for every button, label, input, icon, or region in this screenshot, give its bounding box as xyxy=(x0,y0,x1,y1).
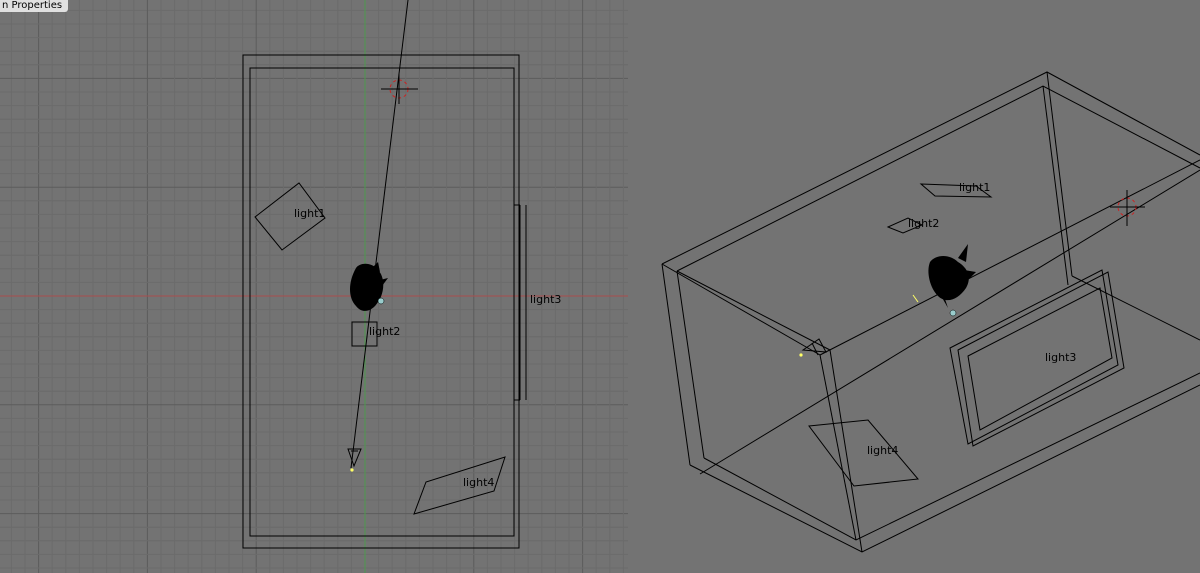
light1-object[interactable]: light1 xyxy=(254,182,326,251)
light4-object[interactable]: light4 xyxy=(413,456,506,515)
top-view-viewport[interactable]: light3 light1 light2 light4 xyxy=(0,0,628,573)
camera-sight-line xyxy=(350,0,409,469)
camera-object[interactable] xyxy=(347,448,362,472)
light4-label: light4 xyxy=(463,476,494,489)
room-box-wireframe[interactable] xyxy=(661,71,1200,553)
character-model-perspective[interactable] xyxy=(912,244,976,317)
perspective-view-canvas[interactable]: light1 light2 light3 light4 xyxy=(628,0,1200,573)
top-view-grid xyxy=(0,0,628,573)
light2-direction-marker xyxy=(912,294,919,303)
light3-object[interactable]: light3 xyxy=(514,204,561,401)
camera-selection-dot xyxy=(350,468,354,472)
light3-label-perspective: light3 xyxy=(1045,351,1076,364)
light2-label: light2 xyxy=(369,325,400,338)
light2-object-perspective[interactable]: light2 xyxy=(886,217,939,234)
properties-panel-tab[interactable]: n Properties xyxy=(0,0,69,12)
light1-object-perspective[interactable]: light1 xyxy=(919,181,993,198)
light1-label: light1 xyxy=(294,207,325,220)
top-view-canvas[interactable]: light3 light1 light2 light4 xyxy=(0,0,628,573)
perspective-view-viewport[interactable]: light1 light2 light3 light4 xyxy=(628,0,1200,573)
light4-object-perspective[interactable]: light4 xyxy=(808,419,919,487)
camera-target-marker-perspective[interactable] xyxy=(1110,190,1145,226)
light4-label-perspective: light4 xyxy=(867,444,898,457)
object-origin-dot-perspective xyxy=(949,309,957,317)
light1-label-perspective: light1 xyxy=(959,181,990,194)
character-model[interactable] xyxy=(350,262,388,311)
light3-label: light3 xyxy=(530,293,561,306)
light2-label-perspective: light2 xyxy=(908,217,939,230)
camera-selection-dot-perspective xyxy=(799,353,803,357)
object-origin-dot xyxy=(377,297,385,305)
light3-object-perspective[interactable]: light3 xyxy=(949,269,1125,447)
light2-object[interactable]: light2 xyxy=(351,321,400,347)
